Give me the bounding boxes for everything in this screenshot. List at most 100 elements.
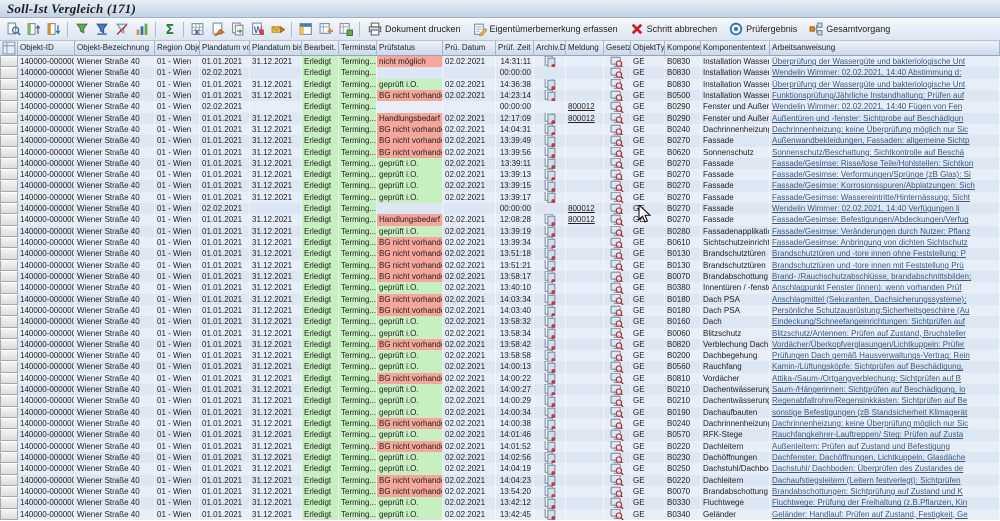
gesetze-icon[interactable] <box>610 79 624 90</box>
archive-doc-icon[interactable] <box>543 395 557 406</box>
gesetze-cell[interactable] <box>604 226 631 237</box>
column-header-7[interactable]: Terminstat <box>339 41 377 56</box>
row-selector[interactable] <box>0 328 18 339</box>
gesetze-cell[interactable] <box>604 147 631 158</box>
row-selector[interactable] <box>0 192 18 203</box>
send-button[interactable] <box>268 20 287 38</box>
gesetze-icon[interactable] <box>610 101 624 112</box>
arbeitsanweisung-link[interactable]: Fassade/Gesimse: Verformungen/Sprünge (z… <box>772 170 971 179</box>
gesetze-cell[interactable] <box>604 418 631 429</box>
arbeitsanweisung-link[interactable]: Saum-/Hängerinnen: Sichtprüfen auf Besch… <box>772 385 965 394</box>
gesetze-icon[interactable] <box>610 237 624 248</box>
gesetze-icon[interactable] <box>610 475 624 486</box>
row-selector[interactable] <box>0 248 18 259</box>
gesetze-icon[interactable] <box>610 294 624 305</box>
arbeitsanweisung-link[interactable]: Prüfungen Dach gemäß Hausverwaltungs-Ver… <box>772 351 970 360</box>
gesetze-cell[interactable] <box>604 79 631 90</box>
gesetze-cell[interactable] <box>604 384 631 395</box>
change-layout-button[interactable] <box>316 20 335 38</box>
archiv-dok-cell[interactable] <box>534 497 566 508</box>
row-selector[interactable] <box>0 339 18 350</box>
gesetze-icon[interactable] <box>610 350 624 361</box>
gesetze-cell[interactable] <box>604 248 631 259</box>
archive-doc-icon[interactable] <box>543 135 557 146</box>
column-header-15[interactable]: Komponente <box>665 41 701 56</box>
archiv-dok-cell[interactable] <box>534 192 566 203</box>
choose-layout-button[interactable] <box>296 20 315 38</box>
arbeitsanweisung-link[interactable]: Dachrinnenheizung: keine Überprüfung mög… <box>772 125 968 134</box>
gesetze-cell[interactable] <box>604 214 631 225</box>
arbeitsanweisung-link[interactable]: Fassade/Gesimse: Befestigungen/Abdeckung… <box>772 215 969 224</box>
archiv-dok-cell[interactable] <box>534 282 566 293</box>
archive-doc-icon[interactable] <box>543 452 557 463</box>
arbeitsanweisung-link[interactable]: Anschlagpunkt Fenster (innen): wenn vorh… <box>772 283 961 292</box>
gesetze-cell[interactable] <box>604 463 631 474</box>
archive-doc-icon[interactable] <box>543 113 557 124</box>
row-selector[interactable] <box>0 429 18 440</box>
archive-doc-icon[interactable] <box>543 441 557 452</box>
column-header-10[interactable]: Prüf. Zeit <box>496 41 534 56</box>
gesetze-cell[interactable] <box>604 486 631 497</box>
column-header-13[interactable]: Gesetze <box>604 41 631 56</box>
gesetze-cell[interactable] <box>604 361 631 372</box>
gesetze-icon[interactable] <box>610 463 624 474</box>
archiv-dok-cell[interactable] <box>534 248 566 259</box>
archive-doc-icon[interactable] <box>543 429 557 440</box>
gesetze-cell[interactable] <box>604 429 631 440</box>
arbeitsanweisung-link[interactable]: Wendelin Wimmer: 02.02.2021, 14:40 Verfü… <box>772 204 960 213</box>
archive-doc-icon[interactable] <box>543 407 557 418</box>
gesetze-cell[interactable] <box>604 395 631 406</box>
gesetze-cell[interactable] <box>604 452 631 463</box>
column-header-1[interactable]: Objekt-ID <box>18 41 75 56</box>
row-selector[interactable] <box>0 101 18 112</box>
row-selector[interactable] <box>0 441 18 452</box>
gesetze-icon[interactable] <box>610 509 624 520</box>
gesetze-icon[interactable] <box>610 158 624 169</box>
gesetze-icon[interactable] <box>610 429 624 440</box>
word-processing-button[interactable]: W <box>248 20 267 38</box>
column-header-12[interactable]: Meldung <box>566 41 604 56</box>
archive-doc-icon[interactable] <box>543 463 557 474</box>
delete-filter-button[interactable] <box>112 20 131 38</box>
archiv-dok-cell[interactable] <box>534 271 566 282</box>
gesetze-cell[interactable] <box>604 56 631 67</box>
column-header-9[interactable]: Prü. Datum <box>443 41 496 56</box>
gesetze-icon[interactable] <box>610 328 624 339</box>
gesetze-icon[interactable] <box>610 497 624 508</box>
gesetze-icon[interactable] <box>610 147 624 158</box>
archiv-dok-cell[interactable] <box>534 226 566 237</box>
gesetze-cell[interactable] <box>604 180 631 191</box>
arbeitsanweisung-link[interactable]: Fassade/Gesimse: Risse/lose Teile/Hohlst… <box>772 159 973 168</box>
archive-doc-icon[interactable] <box>543 350 557 361</box>
gesetze-icon[interactable] <box>610 214 624 225</box>
row-selector[interactable] <box>0 135 18 146</box>
archive-doc-icon[interactable] <box>543 384 557 395</box>
archive-doc-icon[interactable] <box>543 56 557 67</box>
gesetze-icon[interactable] <box>610 361 624 372</box>
archive-doc-icon[interactable] <box>543 79 557 90</box>
arbeitsanweisung-link[interactable]: Sonnenschutz/Beschattung: Sichtkontrolle… <box>772 148 964 157</box>
archiv-dok-cell[interactable] <box>534 260 566 271</box>
archiv-dok-cell[interactable] <box>534 486 566 497</box>
gesetze-icon[interactable] <box>610 203 624 214</box>
row-selector[interactable] <box>0 294 18 305</box>
arbeitsanweisung-link[interactable]: Außentüren und -fenster: Sichtprobe auf … <box>772 114 963 123</box>
row-selector[interactable] <box>0 373 18 384</box>
local-file-export-button[interactable] <box>208 20 227 38</box>
cancel-step-button[interactable]: Schritt abbrechen <box>626 20 725 38</box>
archive-doc-icon[interactable] <box>543 90 557 101</box>
gesetze-icon[interactable] <box>610 260 624 271</box>
row-selector[interactable] <box>0 486 18 497</box>
gesetze-icon[interactable] <box>610 373 624 384</box>
row-selector[interactable] <box>0 203 18 214</box>
archiv-dok-cell[interactable] <box>534 147 566 158</box>
row-selector[interactable] <box>0 226 18 237</box>
column-header-17[interactable]: Arbeitsanweisung <box>770 41 1000 56</box>
row-selector[interactable] <box>0 79 18 90</box>
column-header-16[interactable]: Komponententext <box>701 41 770 56</box>
gesetze-cell[interactable] <box>604 158 631 169</box>
row-selector[interactable] <box>0 56 18 67</box>
archive-doc-icon[interactable] <box>543 316 557 327</box>
gesetze-cell[interactable] <box>604 260 631 271</box>
sort-ascending-button[interactable] <box>24 20 43 38</box>
